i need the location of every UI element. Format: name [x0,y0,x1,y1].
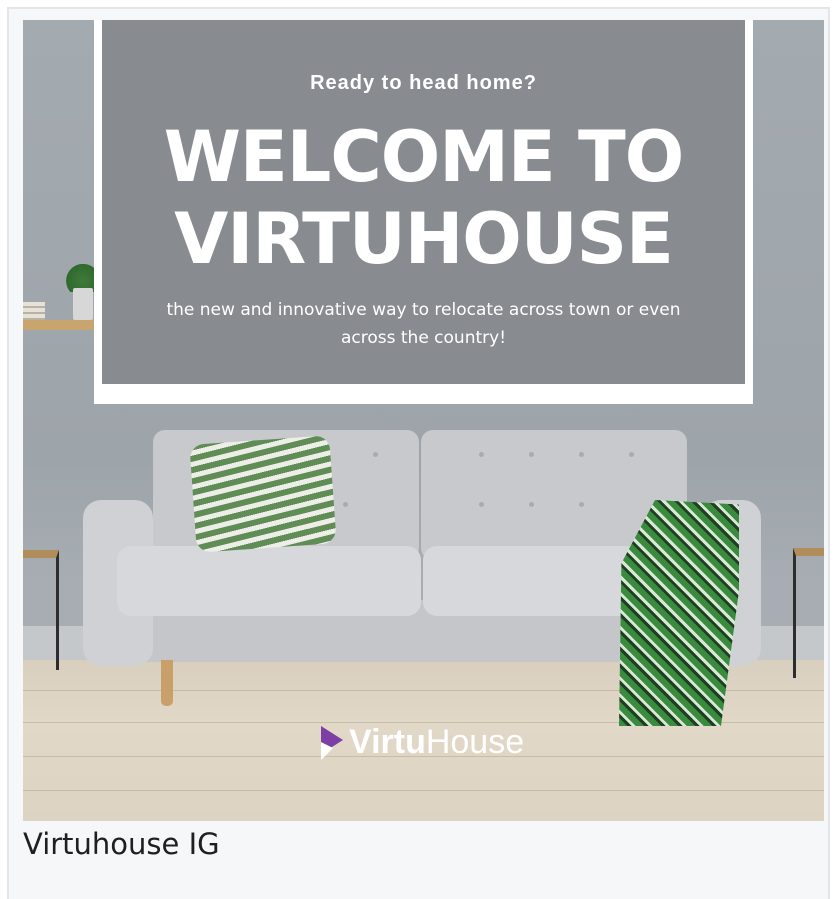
plant-pot [73,288,93,320]
logo-text-light: House [425,722,525,761]
side-table-left [23,550,59,670]
green-throw-blanket [619,500,739,726]
subtext: the new and innovative way to relocate a… [166,300,681,348]
striped-pillow [189,435,337,553]
headline: WELCOME TO VIRTUHOUSE [23,116,824,280]
sofa-cushion-left [117,546,421,616]
post-image[interactable]: Ready to head home? WELCOME TO VIRTUHOUS… [23,20,824,821]
headline-line-1: WELCOME TO [163,116,685,198]
shelf-books [23,302,45,320]
logo-text-bold: Virtu [349,722,426,761]
play-mark-icon [321,726,343,760]
sofa-leg [161,660,173,706]
headline-line-2: VIRTUHOUSE [174,198,674,280]
virtuhouse-logo: Virtu House [319,720,524,764]
tagline: Ready to head home? [310,72,537,94]
side-table-right [793,548,824,678]
image-caption: Virtuhouse IG [23,827,220,861]
image-card: Ready to head home? WELCOME TO VIRTUHOUS… [7,7,830,899]
